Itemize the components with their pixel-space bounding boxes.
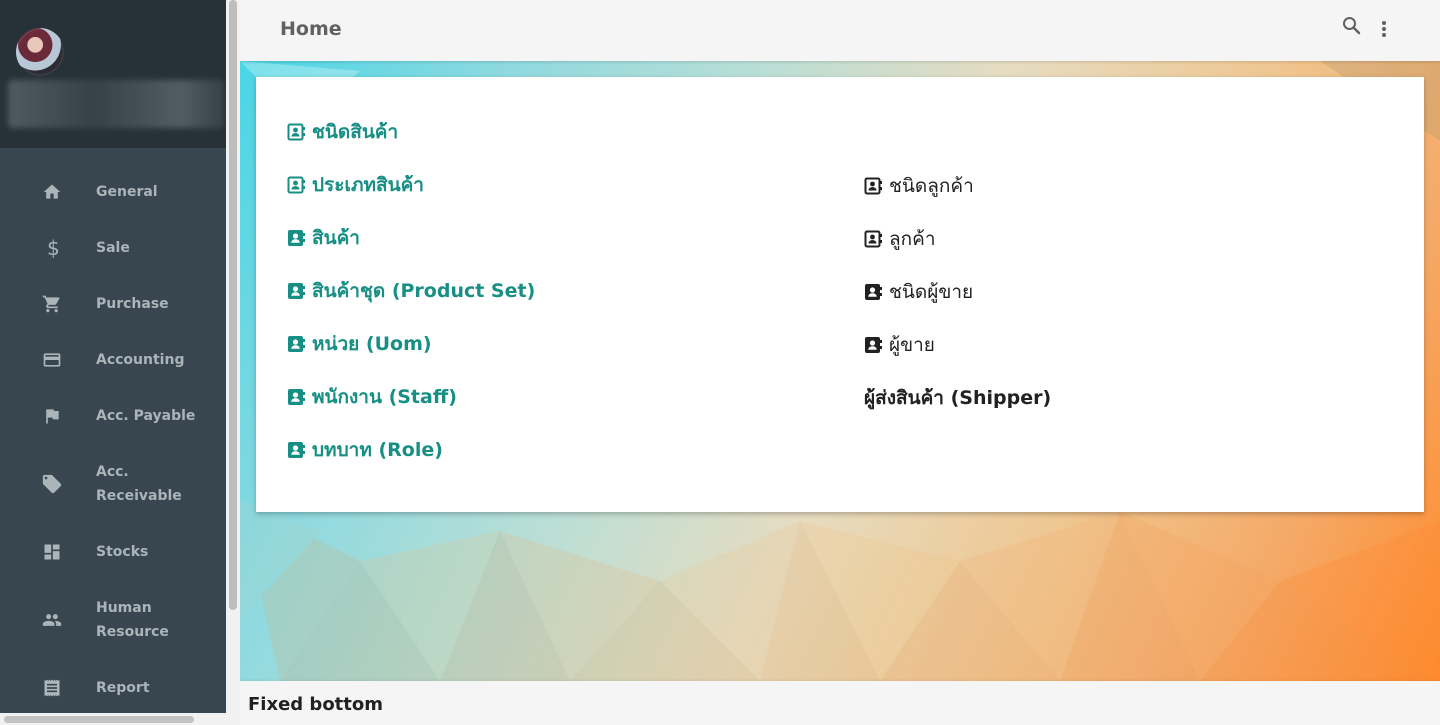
contact-filled-icon	[865, 337, 882, 353]
avatar[interactable]	[16, 28, 64, 76]
sidebar-item-label: Acc. Receivable	[96, 464, 182, 504]
link-label: ประเภทสินค้า	[312, 174, 424, 196]
home-icon	[41, 181, 63, 203]
link-label: ลูกค้า	[889, 228, 936, 250]
receipt-icon	[41, 677, 63, 699]
sidebar-item-acc-payable[interactable]: Acc. Payable	[0, 388, 226, 444]
link-label: บทบาท (Role)	[312, 439, 443, 461]
contact-outline-icon	[287, 176, 305, 194]
contact-filled-icon	[288, 336, 305, 352]
contact-outline-icon	[864, 230, 882, 248]
contact-filled-icon	[865, 284, 882, 300]
svg-text:$: $	[47, 237, 60, 259]
link-label: ผู้ขาย	[889, 334, 935, 356]
flag-icon	[41, 405, 63, 427]
link-product-kind[interactable]: ชนิดสินค้า	[287, 117, 398, 147]
profile-info-redacted	[8, 80, 224, 128]
more-vert-icon	[1382, 21, 1386, 37]
contact-filled-icon	[288, 283, 305, 299]
link-product-type[interactable]: ประเภทสินค้า	[287, 170, 424, 200]
contact-outline-icon	[287, 123, 305, 141]
link-customer-kind[interactable]: ชนิดลูกค้า	[864, 171, 974, 201]
credit-card-icon	[41, 349, 63, 371]
link-product-set[interactable]: สินค้าชุด (Product Set)	[287, 276, 535, 306]
link-product[interactable]: สินค้า	[287, 223, 360, 253]
link-role[interactable]: บทบาท (Role)	[287, 435, 443, 465]
more-options-button[interactable]	[1374, 18, 1394, 42]
sidebar-item-human-resource[interactable]: Human Resource	[0, 580, 226, 660]
people-icon	[41, 609, 63, 631]
search-icon	[1343, 17, 1361, 35]
sidebar-item-label: Accounting	[96, 352, 185, 368]
link-customer[interactable]: ลูกค้า	[864, 224, 936, 254]
link-label: ชนิดผู้ขาย	[889, 281, 974, 303]
sidebar-item-purchase[interactable]: Purchase	[0, 276, 226, 332]
sidebar: General $ Sale Purchase Accounting Acc. …	[0, 0, 226, 725]
sidebar-item-stocks[interactable]: Stocks	[0, 524, 226, 580]
contact-filled-icon	[288, 230, 305, 246]
dashboard-icon	[41, 541, 63, 563]
fixed-footer: Fixed bottom	[240, 681, 1440, 725]
search-button[interactable]	[1340, 14, 1364, 38]
dollar-icon: $	[41, 237, 63, 259]
contact-outline-icon	[864, 177, 882, 195]
sidebar-item-label: Stocks	[96, 544, 149, 560]
link-staff[interactable]: พนักงาน (Staff)	[287, 382, 457, 412]
link-vendor-kind[interactable]: ชนิดผู้ขาย	[864, 277, 973, 307]
top-app-bar: Home	[240, 0, 1440, 61]
cart-icon	[41, 293, 63, 315]
link-label: สินค้า	[312, 227, 360, 249]
page-title: Home	[280, 18, 342, 40]
link-label: ชนิดลูกค้า	[889, 175, 974, 197]
sidebar-item-acc-receivable[interactable]: Acc. Receivable	[0, 444, 226, 524]
sidebar-item-label: General	[96, 184, 158, 200]
sidebar-item-label: Sale	[96, 240, 130, 256]
link-label: หน่วย (Uom)	[312, 333, 432, 355]
contact-filled-icon	[288, 389, 305, 405]
sidebar-profile-header	[0, 0, 226, 148]
link-label: ผู้ส่งสินค้า (Shipper)	[864, 387, 1052, 409]
sidebar-nav: General $ Sale Purchase Accounting Acc. …	[0, 164, 226, 716]
menu-card: ชนิดสินค้า ประเภทสินค้า สินค้า สินค้าชุด…	[256, 77, 1424, 512]
sidebar-item-label: Human Resource	[96, 600, 169, 640]
contact-filled-icon	[288, 442, 305, 458]
link-shipper[interactable]: ผู้ส่งสินค้า (Shipper)	[864, 383, 1051, 413]
sidebar-item-label: Acc. Payable	[96, 408, 196, 424]
sidebar-item-report[interactable]: Report	[0, 660, 226, 716]
sidebar-item-label: Purchase	[96, 296, 169, 312]
link-label: พนักงาน (Staff)	[312, 386, 457, 408]
tag-icon	[41, 473, 63, 495]
sidebar-horizontal-scrollbar-thumb[interactable]	[4, 716, 194, 723]
sidebar-item-sale[interactable]: $ Sale	[0, 220, 226, 276]
link-label: สินค้าชุด (Product Set)	[312, 280, 536, 302]
sidebar-item-accounting[interactable]: Accounting	[0, 332, 226, 388]
sidebar-item-label: Report	[96, 680, 150, 696]
link-vendor[interactable]: ผู้ขาย	[864, 330, 935, 360]
sidebar-item-general[interactable]: General	[0, 164, 226, 220]
link-label: ชนิดสินค้า	[312, 121, 399, 143]
footer-text: Fixed bottom	[248, 694, 384, 715]
sidebar-vertical-scrollbar-thumb[interactable]	[229, 0, 237, 610]
link-uom[interactable]: หน่วย (Uom)	[287, 329, 432, 359]
